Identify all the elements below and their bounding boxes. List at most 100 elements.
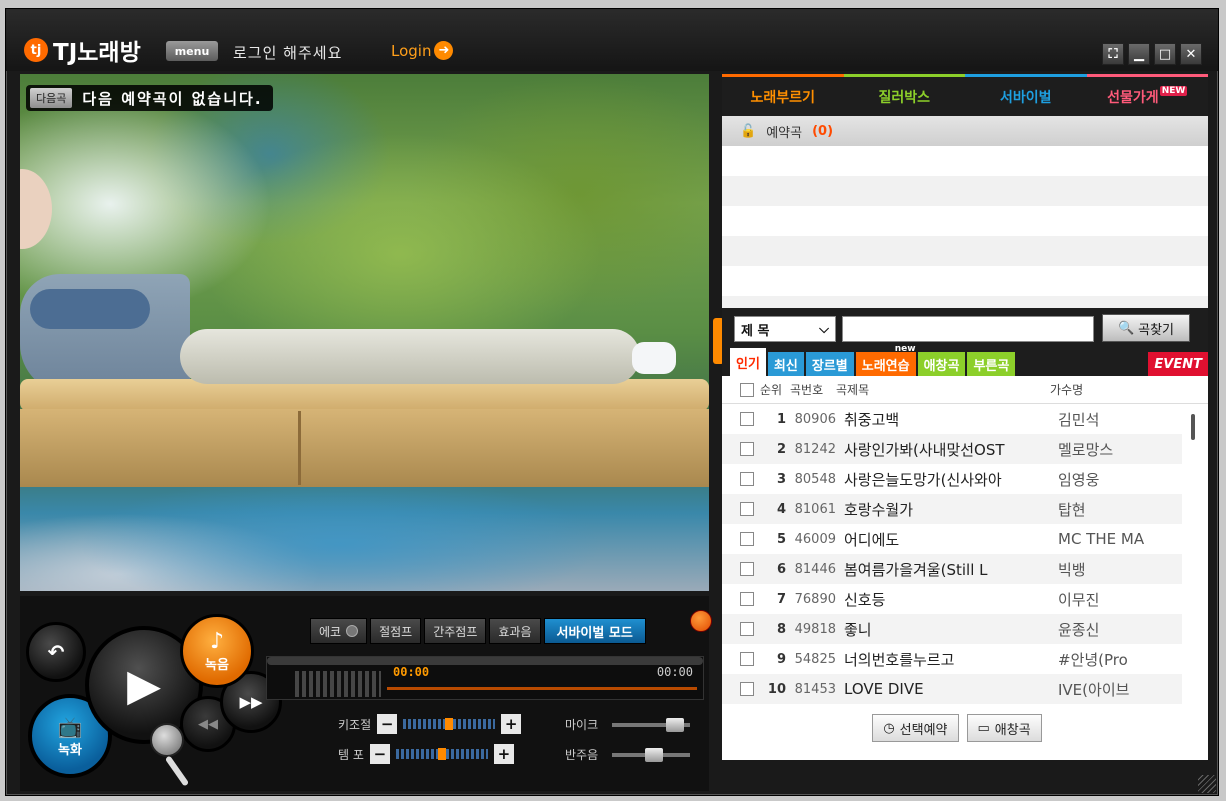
reserve-selected-button[interactable]: ◷ 선택예약: [872, 714, 959, 742]
tempo-level-marker: [437, 748, 446, 760]
music-note-icon: ♪: [209, 629, 225, 654]
mic-volume-slider[interactable]: [612, 717, 691, 732]
header-artist: 가수명: [1050, 383, 1084, 397]
song-row[interactable]: 2 81242 사랑인가봐(사내맞선OST 멜로망스: [722, 434, 1182, 464]
song-row[interactable]: 9 54825 너의번호를누르고 #안녕(Pro: [722, 644, 1182, 674]
song-title: 사랑인가봐(사내맞선OST: [844, 440, 1005, 459]
song-checkbox[interactable]: [740, 502, 754, 516]
song-row[interactable]: 7 76890 신호등 이무진: [722, 584, 1182, 614]
header-number: 곡번호: [790, 383, 824, 397]
song-checkbox[interactable]: [740, 592, 754, 606]
sound-effect-button[interactable]: 효과음: [489, 618, 541, 644]
event-button[interactable]: EVENT: [1148, 352, 1208, 376]
interlude-jump-button[interactable]: 간주점프: [424, 618, 487, 644]
tab-latest[interactable]: 최신: [767, 352, 804, 376]
lock-icon[interactable]: 🔓: [740, 124, 756, 139]
song-title: 너의번호를누르고: [844, 650, 955, 669]
song-rank: 2: [776, 441, 786, 457]
song-title: 봄여름가을겨울(Still L: [844, 560, 988, 579]
video-screen: 다음곡 다음 예약곡이 없습니다.: [20, 74, 709, 591]
main-tabs: 노래부르기 질러박스 서바이벌 선물가게 NEW: [722, 74, 1208, 116]
song-artist: 윤종신: [1058, 620, 1100, 639]
survival-mode-button[interactable]: 서바이벌 모드: [543, 618, 646, 644]
maximize-icon: □: [1158, 46, 1172, 62]
song-rank: 8: [776, 621, 786, 637]
current-time: 00:00: [393, 665, 430, 679]
reserved-count: (0): [812, 123, 834, 139]
mic-volume-knob[interactable]: [666, 717, 685, 732]
login-link-label: Login: [391, 41, 432, 60]
song-row[interactable]: 6 81446 봄여름가을겨울(Still L 빅뱅: [722, 554, 1182, 584]
song-checkbox[interactable]: [740, 652, 754, 666]
song-row[interactable]: 4 81061 호랑수월가 탑현: [722, 494, 1182, 524]
accompaniment-volume-slider[interactable]: [612, 747, 691, 762]
tab-genre[interactable]: 장르별: [805, 352, 854, 376]
song-checkbox[interactable]: [740, 532, 754, 546]
search-button[interactable]: 🔍 곡찾기: [1102, 314, 1190, 342]
video-sofa-seam: [298, 411, 301, 485]
close-button[interactable]: ✕: [1180, 43, 1202, 65]
search-type-select[interactable]: 제 목 ⌵: [734, 316, 836, 342]
clock-icon: ◷: [883, 720, 895, 736]
tab-survival[interactable]: 서바이벌: [965, 74, 1087, 116]
arrow-right-icon: ➜: [434, 41, 454, 60]
song-checkbox[interactable]: [740, 442, 754, 456]
half-jump-button[interactable]: 절점프: [370, 618, 422, 644]
accompaniment-volume-knob[interactable]: [645, 747, 664, 762]
song-checkbox[interactable]: [740, 472, 754, 486]
song-artist: 김민석: [1058, 410, 1100, 429]
song-row[interactable]: 3 80548 사랑은늘도망가(신사와아 임영웅: [722, 464, 1182, 494]
tv-icon: 📺: [57, 714, 83, 739]
reserved-label: 예약곡: [766, 125, 803, 141]
tab-sing[interactable]: 노래부르기: [722, 74, 844, 116]
tab-gift-shop[interactable]: 선물가게 NEW: [1086, 74, 1208, 116]
back-button[interactable]: ↶: [26, 622, 86, 682]
song-row[interactable]: 8 49818 좋니 윤종신: [722, 614, 1182, 644]
new-badge: NEW: [1159, 85, 1188, 96]
video-person-arm: [30, 289, 150, 329]
song-checkbox[interactable]: [740, 562, 754, 576]
song-list: 1 80906 취중고백 김민석 2 81242 사랑인가봐(사내맞선OST 멜로망스 3 805…: [722, 404, 1182, 704]
karaoke-app-window: tj TJ노래방 menu 로그인 해주세요 Login ➜ ⛶ ▁ □ ✕ 다…: [5, 8, 1219, 796]
song-checkbox[interactable]: [740, 622, 754, 636]
resize-grip[interactable]: [1198, 775, 1216, 793]
tab-popular[interactable]: 인기: [730, 348, 766, 376]
song-artist: #안녕(Pro: [1058, 650, 1128, 669]
song-list-header: 순위 곡번호 곡제목 가수명: [722, 376, 1208, 404]
tempo-scale[interactable]: [395, 748, 488, 760]
song-rank: 10: [767, 681, 786, 697]
tab-favorites[interactable]: 애창곡: [917, 352, 966, 376]
tab-chiller-box[interactable]: 질러박스: [843, 74, 965, 116]
tempo-minus-button[interactable]: −: [369, 744, 390, 764]
progress-track[interactable]: [267, 657, 703, 665]
app-logo-text: TJ노래방: [53, 40, 141, 66]
song-artist: 탑현: [1058, 500, 1086, 519]
maximize-button[interactable]: □: [1154, 43, 1176, 65]
tab-singing-practice[interactable]: 노래연습 new: [855, 344, 916, 376]
favorite-songs-button[interactable]: ▭ 애창곡: [966, 714, 1042, 742]
tempo-plus-button[interactable]: +: [493, 744, 514, 764]
select-all-checkbox[interactable]: [740, 382, 754, 397]
song-title: 좋니: [844, 620, 872, 639]
song-checkbox[interactable]: [740, 682, 754, 696]
key-scale[interactable]: [403, 718, 496, 730]
song-checkbox[interactable]: [740, 412, 754, 426]
echo-label: 에코: [319, 624, 342, 639]
echo-button[interactable]: 에코: [310, 618, 368, 644]
audio-record-button[interactable]: ♪ 녹음: [180, 614, 254, 688]
next-song-message: 다음 예약곡이 없습니다.: [82, 89, 263, 108]
fullscreen-button[interactable]: ⛶: [1102, 43, 1124, 65]
tab-sung-songs[interactable]: 부른곡: [967, 352, 1016, 376]
minimize-button[interactable]: ▁: [1128, 43, 1150, 65]
song-row[interactable]: 10 81453 LOVE DIVE IVE(아이브: [722, 674, 1182, 704]
song-row[interactable]: 1 80906 취중고백 김민석: [722, 404, 1182, 434]
search-input[interactable]: [842, 316, 1094, 342]
key-minus-button[interactable]: −: [377, 714, 398, 734]
menu-button[interactable]: menu: [166, 41, 218, 61]
login-link[interactable]: Login ➜: [391, 41, 454, 60]
new-badge: new: [894, 344, 916, 354]
song-rank: 6: [776, 561, 786, 577]
song-row[interactable]: 5 46009 어디에도 MC THE MA: [722, 524, 1182, 554]
key-plus-button[interactable]: +: [501, 714, 522, 734]
song-list-scrollbar[interactable]: [1191, 414, 1195, 440]
